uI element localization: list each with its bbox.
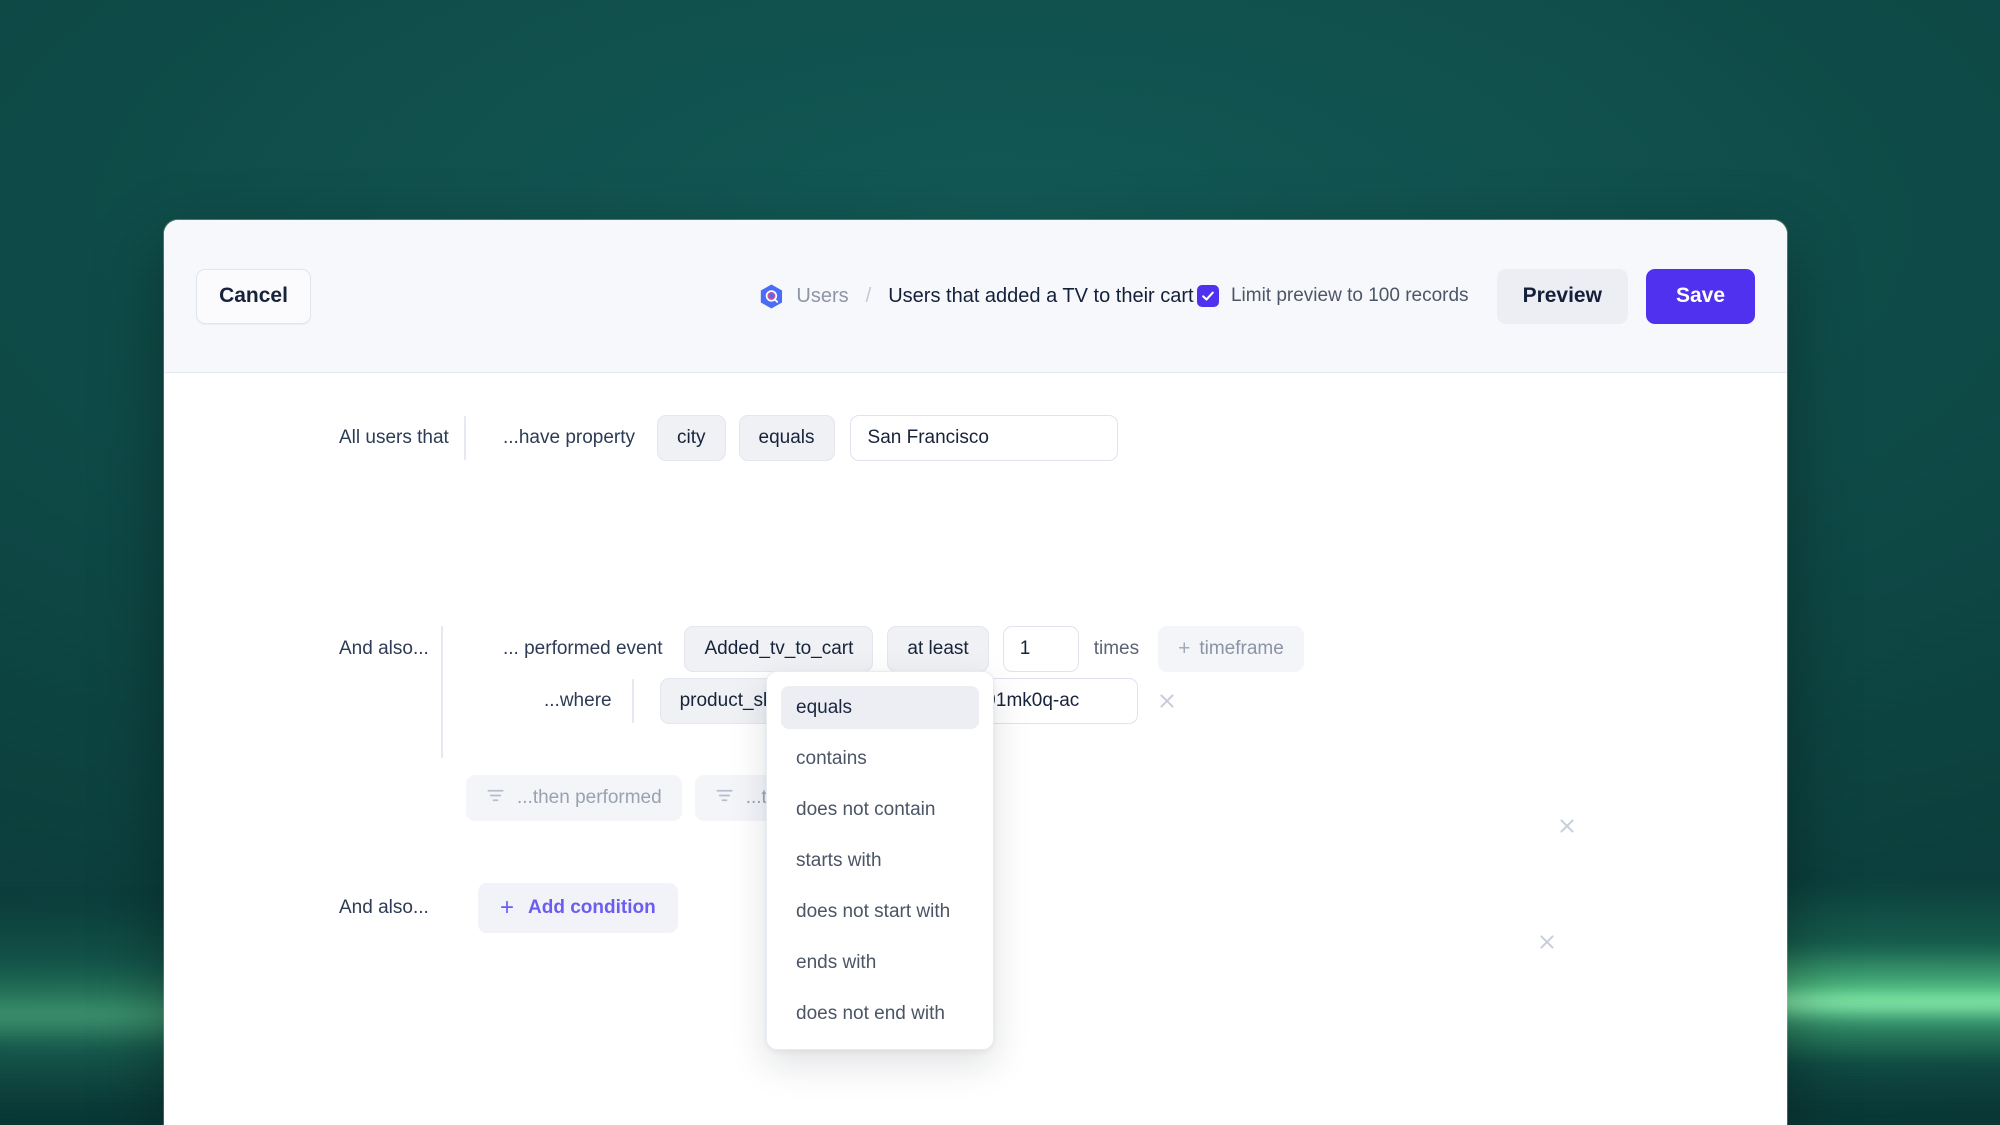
users-hexagon-icon — [757, 283, 784, 310]
operator-dropdown-menu[interactable]: equals contains does not contain starts … — [766, 671, 994, 1050]
condition-row-2: And also... ... performed event Added_tv… — [339, 626, 1304, 672]
dropdown-option-contains[interactable]: contains — [781, 737, 979, 780]
breadcrumb-separator: / — [865, 284, 872, 307]
condition-2-clause: ... performed event — [503, 638, 663, 659]
preview-button[interactable]: Preview — [1496, 268, 1628, 324]
add-condition-row: And also... + Add condition — [339, 883, 678, 933]
condition-2-event-chip[interactable]: Added_tv_to_cart — [684, 626, 874, 672]
condition-2-count-input[interactable]: 1 — [1002, 626, 1079, 672]
query-builder-body: All users that ...have property city equ… — [164, 373, 1787, 1125]
condition-1-operator-chip[interactable]: equals — [738, 415, 835, 461]
dropdown-option-starts-with[interactable]: starts with — [781, 839, 979, 882]
condition-2-frequency-operator-chip[interactable]: at least — [887, 626, 989, 672]
segment-builder-window: Cancel Users / Users that added a TV to … — [164, 220, 1787, 1125]
funnel-icon — [715, 786, 734, 811]
then-performed-label: ...then performed — [517, 787, 662, 808]
breadcrumb: Users / Users that added a TV to their c… — [757, 283, 1194, 310]
condition-1-remove-button[interactable] — [1552, 811, 1582, 841]
condition-2-add-timeframe-button[interactable]: + timeframe — [1158, 626, 1304, 672]
dropdown-option-does-not-end-with[interactable]: does not end with — [781, 992, 979, 1035]
condition-row-1: All users that ...have property city equ… — [339, 415, 1118, 461]
window-header: Cancel Users / Users that added a TV to … — [164, 220, 1787, 373]
condition-1-divider — [464, 416, 466, 460]
limit-preview-control: Limit preview to 100 records — [1196, 285, 1469, 307]
condition-2-timeframe-label: timeframe — [1199, 638, 1284, 659]
dropdown-option-ends-with[interactable]: ends with — [781, 941, 979, 984]
where-remove-button[interactable] — [1152, 686, 1182, 716]
dropdown-option-does-not-contain[interactable]: does not contain — [781, 788, 979, 831]
condition-2-prefix: And also... — [339, 638, 429, 659]
breadcrumb-current[interactable]: Users that added a TV to their cart — [888, 285, 1193, 308]
dropdown-option-does-not-start-with[interactable]: does not start with — [781, 890, 979, 933]
dropdown-option-equals[interactable]: equals — [781, 686, 979, 729]
save-button[interactable]: Save — [1645, 268, 1755, 324]
limit-preview-checkbox[interactable] — [1196, 285, 1219, 307]
add-condition-prefix: And also... — [339, 897, 429, 918]
condition-1-property-chip[interactable]: city — [657, 415, 726, 461]
limit-preview-label: Limit preview to 100 records — [1230, 285, 1469, 306]
cancel-button[interactable]: Cancel — [196, 268, 311, 324]
condition-1-prefix: All users that — [339, 427, 449, 448]
funnel-icon — [486, 786, 505, 811]
add-condition-button[interactable]: + Add condition — [478, 883, 678, 933]
add-condition-label: Add condition — [528, 897, 656, 918]
condition-1-value-input[interactable]: San Francisco — [849, 415, 1118, 461]
condition-1-clause: ...have property — [503, 427, 636, 448]
where-divider — [631, 679, 634, 723]
condition-2-remove-button[interactable] — [1532, 927, 1562, 957]
condition-2-count-unit: times — [1093, 638, 1140, 659]
header-actions: Limit preview to 100 records Preview Sav… — [1196, 268, 1755, 324]
breadcrumb-parent[interactable]: Users — [796, 285, 848, 308]
where-clause-label: ...where — [544, 690, 612, 711]
then-performed-chip[interactable]: ...then performed — [466, 775, 682, 821]
